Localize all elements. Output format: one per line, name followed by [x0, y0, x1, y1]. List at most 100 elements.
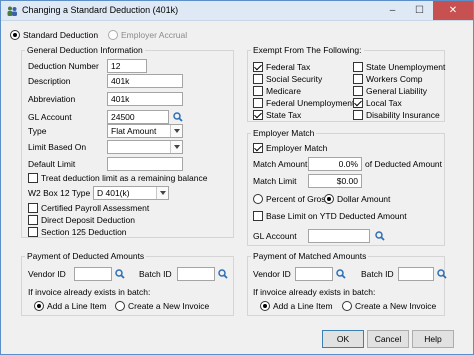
percent-of-gross-label: Percent of Gross [266, 194, 330, 204]
exempt-disability-insurance-checkbox[interactable] [353, 110, 363, 120]
deducted-add-line-radio[interactable] [34, 301, 44, 311]
abbreviation-label: Abbreviation [28, 94, 76, 104]
default-limit-field[interactable] [107, 157, 183, 171]
matched-create-invoice-label: Create a New Invoice [355, 301, 437, 311]
matched-vendor-label: Vendor ID [253, 269, 291, 279]
exempt-federal-tax-checkbox[interactable] [253, 62, 263, 72]
exempt-local-tax-label: Local Tax [366, 98, 402, 108]
deducted-create-invoice-label: Create a New Invoice [128, 301, 210, 311]
employer-match-title: Employer Match [251, 128, 317, 138]
gl-account-search-icon[interactable] [173, 112, 183, 122]
matched-create-invoice-radio[interactable] [342, 301, 352, 311]
matched-vendor-search-icon[interactable] [336, 269, 346, 279]
standard-deduction-radio[interactable] [10, 30, 20, 40]
app-people-icon [7, 6, 17, 16]
deducted-add-line-label: Add a Line Item [47, 301, 107, 311]
deduction-number-field[interactable]: 12 [107, 59, 147, 73]
exempt-workers-comp-label: Workers Comp [366, 74, 423, 84]
employer-accrual-label: Employer Accrual [121, 30, 188, 40]
type-select[interactable]: Flat Amount [107, 124, 183, 138]
type-value: Flat Amount [111, 126, 157, 136]
description-field[interactable]: 401k [107, 74, 183, 88]
direct-deposit-checkbox[interactable] [28, 215, 38, 225]
w2-box-select[interactable]: D 401(k) [93, 186, 169, 200]
dialog-window: Changing a Standard Deduction (401k) – ☐… [0, 0, 474, 355]
matched-if-exists-label: If invoice already exists in batch: [253, 287, 376, 297]
exempt-local-tax-checkbox[interactable] [353, 98, 363, 108]
chevron-down-icon [170, 125, 182, 137]
certified-payroll-checkbox[interactable] [28, 203, 38, 213]
gl-account-field[interactable]: 24500 [107, 110, 169, 124]
minimize-icon: – [389, 5, 396, 16]
title-bar[interactable]: Changing a Standard Deduction (401k) – ☐… [1, 1, 473, 21]
match-gl-account-field[interactable] [308, 229, 370, 243]
matched-vendor-field[interactable] [295, 267, 333, 281]
chevron-down-icon [156, 187, 168, 199]
matched-batch-field[interactable] [398, 267, 434, 281]
maximize-icon: ☐ [415, 5, 424, 16]
employer-accrual-radio[interactable] [108, 30, 118, 40]
deducted-vendor-search-icon[interactable] [115, 269, 125, 279]
abbreviation-field[interactable]: 401k [107, 92, 183, 106]
exempt-state-tax-checkbox[interactable] [253, 110, 263, 120]
match-limit-label: Match Limit [253, 176, 297, 186]
deducted-vendor-label: Vendor ID [28, 269, 66, 279]
exempt-federal-tax-label: Federal Tax [266, 62, 311, 72]
exempt-workers-comp-checkbox[interactable] [353, 74, 363, 84]
certified-payroll-label: Certified Payroll Assessment [41, 203, 150, 213]
section-125-label: Section 125 Deduction [41, 227, 127, 237]
exempt-title: Exempt From The Following: [251, 45, 364, 55]
close-button[interactable]: ✕ [433, 1, 473, 20]
exempt-state-tax-label: State Tax [266, 110, 302, 120]
close-icon: ✕ [448, 5, 458, 16]
exempt-medicare-checkbox[interactable] [253, 86, 263, 96]
description-label: Description [28, 76, 71, 86]
deducted-batch-field[interactable] [177, 267, 215, 281]
base-limit-ytd-label: Base Limit on YTD Deducted Amount [266, 211, 407, 221]
exempt-social-security-label: Social Security [266, 74, 323, 84]
matched-add-line-radio[interactable] [260, 301, 270, 311]
exempt-general-liability-checkbox[interactable] [353, 86, 363, 96]
exempt-federal-unemployment-checkbox[interactable] [253, 98, 263, 108]
exempt-social-security-checkbox[interactable] [253, 74, 263, 84]
section-125-checkbox[interactable] [28, 227, 38, 237]
default-limit-label: Default Limit [28, 159, 76, 169]
exempt-medicare-label: Medicare [266, 86, 301, 96]
deduction-number-label: Deduction Number [28, 61, 99, 71]
standard-deduction-label: Standard Deduction [23, 30, 99, 40]
deducted-create-invoice-radio[interactable] [115, 301, 125, 311]
deducted-batch-search-icon[interactable] [218, 269, 228, 279]
exempt-general-liability-label: General Liability [366, 86, 427, 96]
match-gl-search-icon[interactable] [375, 231, 385, 241]
exempt-state-unemployment-checkbox[interactable] [353, 62, 363, 72]
base-limit-ytd-checkbox[interactable] [253, 211, 263, 221]
deducted-batch-label: Batch ID [139, 269, 172, 279]
matched-batch-search-icon[interactable] [437, 269, 447, 279]
match-limit-field[interactable]: $0.00 [308, 174, 362, 188]
help-button[interactable]: Help [412, 330, 454, 348]
deducted-vendor-field[interactable] [74, 267, 112, 281]
match-amount-field[interactable]: 0.0% [308, 157, 362, 171]
percent-of-gross-radio[interactable] [253, 194, 263, 204]
dollar-amount-radio[interactable] [324, 194, 334, 204]
w2-box-value: D 401(k) [97, 188, 130, 198]
of-deducted-label: of Deducted Amount [365, 159, 443, 169]
limit-based-on-select[interactable] [107, 140, 183, 154]
match-amount-label: Match Amount [253, 159, 308, 169]
minimize-button[interactable]: – [379, 1, 406, 20]
limit-based-on-label: Limit Based On [28, 142, 87, 152]
cancel-button[interactable]: Cancel [367, 330, 409, 348]
general-deduction-title: General Deduction Information [25, 45, 145, 55]
deducted-if-exists-label: If invoice already exists in batch: [28, 287, 151, 297]
employer-match-checkbox[interactable] [253, 143, 263, 153]
maximize-button[interactable]: ☐ [406, 1, 433, 20]
w2-box-label: W2 Box 12 Type [28, 188, 91, 198]
window-title: Changing a Standard Deduction (401k) [22, 5, 179, 15]
gl-account-label: GL Account [28, 112, 72, 122]
exempt-federal-unemployment-label: Federal Unemployment [266, 98, 355, 108]
exempt-disability-insurance-label: Disability Insurance [366, 110, 440, 120]
chevron-down-icon [170, 141, 182, 153]
type-label: Type [28, 126, 47, 136]
treat-remaining-checkbox[interactable] [28, 173, 38, 183]
ok-button[interactable]: OK [322, 330, 364, 348]
